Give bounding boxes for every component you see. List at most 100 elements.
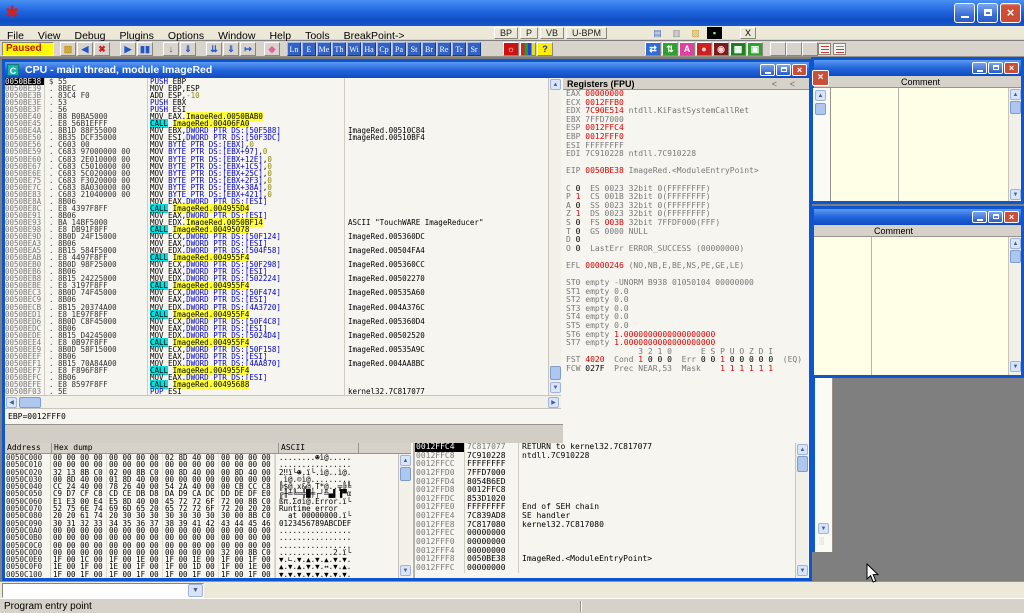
- scroll-down-icon[interactable]: ▼: [1010, 189, 1021, 200]
- disassembly-vscrollbar[interactable]: ▲ ▼: [548, 78, 561, 395]
- scroll-down-icon[interactable]: ▼: [818, 523, 829, 534]
- empty-toolbar-button[interactable]: [786, 42, 802, 56]
- plugin-button-p[interactable]: P: [520, 27, 538, 39]
- scroll-thumb[interactable]: [19, 397, 41, 408]
- window-button-e[interactable]: E: [302, 42, 316, 56]
- go-to-icon[interactable]: ◆: [264, 42, 280, 56]
- disasm-row[interactable]: 0050BEC3.8B0D 74F45000MOV ECX,DWORD PTR …: [5, 289, 559, 296]
- help-icon[interactable]: ?: [537, 42, 553, 56]
- restore-button[interactable]: [988, 62, 1003, 74]
- scroll-up-icon[interactable]: ▲: [1010, 238, 1021, 249]
- plugin-close-button[interactable]: X: [740, 27, 756, 39]
- minimize-button[interactable]: [972, 211, 987, 223]
- disasm-row[interactable]: 0050BEB0.8B0D 98F25000MOV ECX,DWORD PTR …: [5, 261, 559, 268]
- comment-top-vscrollbar[interactable]: ▲ ▼: [1008, 88, 1021, 201]
- window-button-wi[interactable]: Wi: [347, 42, 361, 56]
- close-button[interactable]: ×: [1004, 62, 1019, 74]
- window-grid-icon[interactable]: ▣: [747, 42, 763, 56]
- window-button-tr[interactable]: Tr: [452, 42, 466, 56]
- disasm-row[interactable]: 0050BE83.C683 21040000 00MOV BYTE PTR DS…: [5, 191, 559, 198]
- cpu-minimize-button[interactable]: [760, 64, 775, 76]
- disasm-row[interactable]: 0050BEFE.E8 8597F8FFCALL ImageRed.004956…: [5, 381, 559, 388]
- window-button-me[interactable]: Me: [317, 42, 331, 56]
- scroll-up-icon[interactable]: ▲: [797, 444, 808, 455]
- dump-vscrollbar[interactable]: ▲ ▼: [398, 454, 411, 578]
- animate-over-icon[interactable]: ⇓: [223, 42, 239, 56]
- close-program-icon[interactable]: ✖: [94, 42, 110, 56]
- minimize-button[interactable]: [954, 3, 975, 23]
- dump-pane[interactable]: AddressHex dumpASCII 0050C00000 00 00 00…: [5, 443, 411, 578]
- comment-window-top-title[interactable]: ×: [814, 60, 1021, 76]
- ascii-table-icon[interactable]: A: [679, 42, 695, 56]
- collapse-icon[interactable]: <: [790, 78, 795, 90]
- scroll-up-icon[interactable]: ▲: [1010, 89, 1021, 100]
- disasm-row[interactable]: 0050BED6.8B0D C8F45000MOV ECX,DWORD PTR …: [5, 318, 559, 325]
- step-into-icon[interactable]: ↓: [163, 42, 179, 56]
- execute-till-return-icon[interactable]: ↦: [240, 42, 256, 56]
- stack-row[interactable]: 0012FFFC00000000: [415, 564, 809, 573]
- scroll-thumb[interactable]: [797, 456, 808, 472]
- collapse-icon[interactable]: <: [772, 78, 777, 90]
- disassembly-pane[interactable]: 0050BE38$55PUSH EBP0050BE39.8BECMOV EBP,…: [5, 78, 561, 395]
- disasm-row[interactable]: 0050BE9D.8B0D 24F15000MOV ECX,DWORD PTR …: [5, 233, 559, 240]
- window-button-br[interactable]: Br: [422, 42, 436, 56]
- close-button[interactable]: ×: [1004, 211, 1019, 223]
- scroll-down-icon[interactable]: ▼: [1010, 361, 1021, 372]
- source-icon[interactable]: ▥: [669, 27, 684, 39]
- notes-icon[interactable]: ▤: [650, 27, 665, 39]
- disasm-row[interactable]: 0050BF03.5EPOP ESIkernel32.7C817077: [5, 388, 559, 395]
- sync-arrows-icon[interactable]: ⇄: [645, 42, 661, 56]
- close-button[interactable]: ×: [1000, 3, 1021, 23]
- disasm-row[interactable]: 0050BE3B.83C4 F0ADD ESP,-10: [5, 92, 559, 99]
- restore-button[interactable]: [988, 211, 1003, 223]
- scroll-thumb[interactable]: [400, 467, 411, 481]
- options-icon[interactable]: ☼: [503, 42, 519, 56]
- layout-list-icon[interactable]: [833, 43, 846, 55]
- plugin-button-bp[interactable]: BP: [494, 27, 518, 39]
- scroll-thumb[interactable]: [550, 366, 561, 380]
- window-button-pa[interactable]: Pa: [392, 42, 406, 56]
- chevron-down-icon[interactable]: ▼: [188, 584, 203, 597]
- disassembly-hscrollbar[interactable]: ◀ ▶: [5, 395, 561, 408]
- comment-bottom-vscrollbar[interactable]: ▲ ▼: [1008, 237, 1021, 375]
- scroll-up-icon[interactable]: ▲: [400, 455, 411, 466]
- empty-toolbar-button[interactable]: [770, 42, 786, 56]
- empty-toolbar-button[interactable]: [802, 42, 818, 56]
- window-button-st[interactable]: St: [407, 42, 421, 56]
- restore-button[interactable]: [977, 3, 998, 23]
- cpu-restore-button[interactable]: [776, 64, 791, 76]
- open-icon[interactable]: ▨: [60, 42, 76, 56]
- appearance-icon[interactable]: [520, 42, 536, 56]
- disasm-row[interactable]: 0050BEF7.E8 F896F8FFCALL ImageRed.004955…: [5, 367, 559, 374]
- restart-icon[interactable]: ◀: [77, 42, 93, 56]
- scroll-left-icon[interactable]: ◀: [6, 397, 17, 408]
- pause-icon[interactable]: ▮▮: [137, 42, 153, 56]
- breakpoint-icon[interactable]: ●: [696, 42, 712, 56]
- register-line[interactable]: O 0 LastErr ERROR_SUCCESS (00000000): [563, 245, 809, 254]
- swap-icon[interactable]: ⇅: [662, 42, 678, 56]
- window-button-sr[interactable]: Sr: [467, 42, 481, 56]
- register-line[interactable]: FCW 027F Prec NEAR,53 Mask 1 1 1 1 1 1: [563, 365, 809, 374]
- register-line[interactable]: EFL 00000246 (NO,NB,E,BE,NS,PE,GE,LE): [563, 262, 809, 271]
- registers-pane[interactable]: Registers (FPU) < < EAX 00000000ECX 0012…: [563, 78, 809, 443]
- register-line[interactable]: EDI 7C910228 ntdll.7C910228: [563, 150, 809, 159]
- plugin-button-vb[interactable]: VB: [540, 27, 564, 39]
- register-line[interactable]: EIP 0050BE38 ImageRed.<ModuleEntryPoint>: [563, 167, 809, 176]
- window-button-ln[interactable]: Ln: [287, 42, 301, 56]
- obscured-window-close-icon[interactable]: ×: [812, 70, 829, 86]
- comment-window-bottom-title[interactable]: ×: [814, 209, 1021, 225]
- comment-list-bottom[interactable]: [814, 237, 1008, 375]
- plugin-button-u-bpm[interactable]: U-BPM: [566, 27, 607, 39]
- window-button-re[interactable]: Re: [437, 42, 451, 56]
- scroll-down-icon[interactable]: ▼: [400, 565, 411, 576]
- console-icon[interactable]: ▪: [707, 27, 722, 39]
- scroll-thumb[interactable]: [815, 103, 826, 115]
- register-line[interactable]: T 0 GS 0000 NULL: [563, 228, 809, 237]
- folder-icon[interactable]: ▨: [688, 27, 703, 39]
- scroll-thumb[interactable]: [1010, 250, 1021, 263]
- window-button-cp[interactable]: Cp: [377, 42, 391, 56]
- layout-window-icon[interactable]: [818, 43, 831, 55]
- command-combobox[interactable]: ▼: [2, 583, 204, 598]
- window-button-ha[interactable]: Ha: [362, 42, 376, 56]
- scroll-down-icon[interactable]: ▼: [550, 382, 561, 393]
